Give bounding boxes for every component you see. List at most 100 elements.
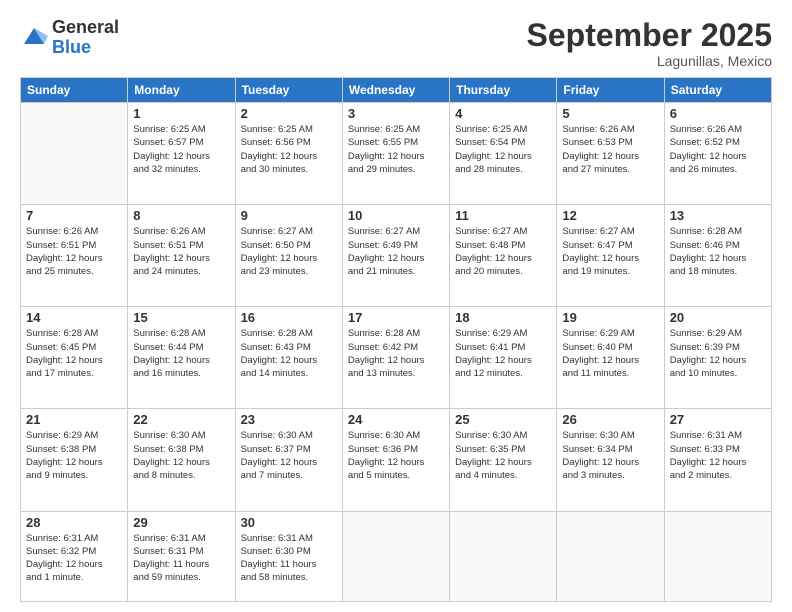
day-info: Sunrise: 6:27 AM Sunset: 6:47 PM Dayligh… [562,225,658,278]
day-number: 5 [562,106,658,121]
calendar-cell: 11Sunrise: 6:27 AM Sunset: 6:48 PM Dayli… [450,205,557,307]
weekday-header-saturday: Saturday [664,78,771,103]
calendar-cell: 27Sunrise: 6:31 AM Sunset: 6:33 PM Dayli… [664,409,771,511]
day-number: 3 [348,106,444,121]
calendar-cell: 1 Sunrise: 6:25 AM Sunset: 6:57 PM Daylig… [128,103,235,205]
calendar-cell: 4 Sunrise: 6:25 AM Sunset: 6:54 PM Daylig… [450,103,557,205]
calendar-cell [664,511,771,602]
weekday-header-monday: Monday [128,78,235,103]
day-number: 2 [241,106,337,121]
calendar-cell: 19Sunrise: 6:29 AM Sunset: 6:40 PM Dayli… [557,307,664,409]
day-info: Sunrise: 6:31 AM Sunset: 6:33 PM Dayligh… [670,429,766,482]
day-info: Sunrise: 6:27 AM Sunset: 6:49 PM Dayligh… [348,225,444,278]
day-info: Sunrise: 6:30 AM Sunset: 6:38 PM Dayligh… [133,429,229,482]
day-number: 9 [241,208,337,223]
weekday-header-row: SundayMondayTuesdayWednesdayThursdayFrid… [21,78,772,103]
calendar-cell: 21 Sunrise: 6:29 AM Sunset: 6:38 PM Dayli… [21,409,128,511]
calendar-cell: 25 Sunrise: 6:30 AM Sunset: 6:35 PM Dayli… [450,409,557,511]
day-number: 13 [670,208,766,223]
calendar-cell: 23 Sunrise: 6:30 AM Sunset: 6:37 PM Dayli… [235,409,342,511]
calendar-cell: 8 Sunrise: 6:26 AM Sunset: 6:51 PM Daylig… [128,205,235,307]
calendar-cell [557,511,664,602]
day-info: Sunrise: 6:28 AM Sunset: 6:45 PM Dayligh… [26,327,122,380]
day-info: Sunrise: 6:27 AM Sunset: 6:50 PM Dayligh… [241,225,337,278]
day-number: 26 [562,412,658,427]
calendar-cell: 14 Sunrise: 6:28 AM Sunset: 6:45 PM Dayli… [21,307,128,409]
weekday-header-tuesday: Tuesday [235,78,342,103]
day-info: Sunrise: 6:30 AM Sunset: 6:34 PM Dayligh… [562,429,658,482]
day-info: Sunrise: 6:30 AM Sunset: 6:36 PM Dayligh… [348,429,444,482]
day-number: 7 [26,208,122,223]
calendar-cell: 18Sunrise: 6:29 AM Sunset: 6:41 PM Dayli… [450,307,557,409]
calendar-cell: 26 Sunrise: 6:30 AM Sunset: 6:34 PM Dayli… [557,409,664,511]
calendar-cell: 2 Sunrise: 6:25 AM Sunset: 6:56 PM Daylig… [235,103,342,205]
day-number: 25 [455,412,551,427]
calendar-cell: 13 Sunrise: 6:28 AM Sunset: 6:46 PM Dayli… [664,205,771,307]
day-number: 29 [133,515,229,530]
day-number: 17 [348,310,444,325]
day-info: Sunrise: 6:30 AM Sunset: 6:37 PM Dayligh… [241,429,337,482]
calendar-cell: 17Sunrise: 6:28 AM Sunset: 6:42 PM Dayli… [342,307,449,409]
day-number: 4 [455,106,551,121]
day-info: Sunrise: 6:28 AM Sunset: 6:43 PM Dayligh… [241,327,337,380]
day-number: 12 [562,208,658,223]
calendar-week-row: 1 Sunrise: 6:25 AM Sunset: 6:57 PM Daylig… [21,103,772,205]
calendar-cell: 3 Sunrise: 6:25 AM Sunset: 6:55 PM Daylig… [342,103,449,205]
day-number: 14 [26,310,122,325]
day-info: Sunrise: 6:26 AM Sunset: 6:51 PM Dayligh… [133,225,229,278]
day-info: Sunrise: 6:25 AM Sunset: 6:56 PM Dayligh… [241,123,337,176]
day-number: 15 [133,310,229,325]
calendar-cell: 20 Sunrise: 6:29 AM Sunset: 6:39 PM Dayli… [664,307,771,409]
calendar-cell: 16 Sunrise: 6:28 AM Sunset: 6:43 PM Dayli… [235,307,342,409]
calendar-week-row: 28Sunrise: 6:31 AM Sunset: 6:32 PM Dayli… [21,511,772,602]
calendar-cell: 24 Sunrise: 6:30 AM Sunset: 6:36 PM Dayli… [342,409,449,511]
day-number: 1 [133,106,229,121]
day-number: 20 [670,310,766,325]
location: Lagunillas, Mexico [527,53,772,69]
month-title: September 2025 [527,18,772,53]
calendar-cell: 29 Sunrise: 6:31 AM Sunset: 6:31 PM Dayli… [128,511,235,602]
day-info: Sunrise: 6:26 AM Sunset: 6:53 PM Dayligh… [562,123,658,176]
day-info: Sunrise: 6:30 AM Sunset: 6:35 PM Dayligh… [455,429,551,482]
weekday-header-wednesday: Wednesday [342,78,449,103]
day-number: 23 [241,412,337,427]
page: General Blue September 2025 Lagunillas, … [0,0,792,612]
calendar-cell: 28Sunrise: 6:31 AM Sunset: 6:32 PM Dayli… [21,511,128,602]
day-number: 8 [133,208,229,223]
day-info: Sunrise: 6:27 AM Sunset: 6:48 PM Dayligh… [455,225,551,278]
day-info: Sunrise: 6:31 AM Sunset: 6:30 PM Dayligh… [241,532,337,585]
day-info: Sunrise: 6:31 AM Sunset: 6:32 PM Dayligh… [26,532,122,585]
calendar: SundayMondayTuesdayWednesdayThursdayFrid… [20,77,772,602]
calendar-cell [342,511,449,602]
logo-icon [20,22,48,50]
day-info: Sunrise: 6:25 AM Sunset: 6:54 PM Dayligh… [455,123,551,176]
calendar-cell: 22Sunrise: 6:30 AM Sunset: 6:38 PM Dayli… [128,409,235,511]
day-info: Sunrise: 6:26 AM Sunset: 6:51 PM Dayligh… [26,225,122,278]
weekday-header-thursday: Thursday [450,78,557,103]
calendar-week-row: 14 Sunrise: 6:28 AM Sunset: 6:45 PM Dayli… [21,307,772,409]
day-number: 16 [241,310,337,325]
day-number: 21 [26,412,122,427]
day-info: Sunrise: 6:31 AM Sunset: 6:31 PM Dayligh… [133,532,229,585]
day-info: Sunrise: 6:28 AM Sunset: 6:46 PM Dayligh… [670,225,766,278]
day-info: Sunrise: 6:25 AM Sunset: 6:57 PM Dayligh… [133,123,229,176]
logo: General Blue [20,18,119,58]
title-block: September 2025 Lagunillas, Mexico [527,18,772,69]
day-number: 6 [670,106,766,121]
day-number: 30 [241,515,337,530]
calendar-cell: 30 Sunrise: 6:31 AM Sunset: 6:30 PM Dayli… [235,511,342,602]
calendar-cell: 9 Sunrise: 6:27 AM Sunset: 6:50 PM Daylig… [235,205,342,307]
day-number: 24 [348,412,444,427]
calendar-cell: 12 Sunrise: 6:27 AM Sunset: 6:47 PM Dayli… [557,205,664,307]
day-info: Sunrise: 6:28 AM Sunset: 6:44 PM Dayligh… [133,327,229,380]
day-info: Sunrise: 6:26 AM Sunset: 6:52 PM Dayligh… [670,123,766,176]
day-info: Sunrise: 6:29 AM Sunset: 6:41 PM Dayligh… [455,327,551,380]
calendar-week-row: 21 Sunrise: 6:29 AM Sunset: 6:38 PM Dayli… [21,409,772,511]
header: General Blue September 2025 Lagunillas, … [20,18,772,69]
logo-general-text: General [52,18,119,38]
day-number: 19 [562,310,658,325]
day-info: Sunrise: 6:25 AM Sunset: 6:55 PM Dayligh… [348,123,444,176]
calendar-cell: 10Sunrise: 6:27 AM Sunset: 6:49 PM Dayli… [342,205,449,307]
day-info: Sunrise: 6:29 AM Sunset: 6:38 PM Dayligh… [26,429,122,482]
day-info: Sunrise: 6:29 AM Sunset: 6:39 PM Dayligh… [670,327,766,380]
